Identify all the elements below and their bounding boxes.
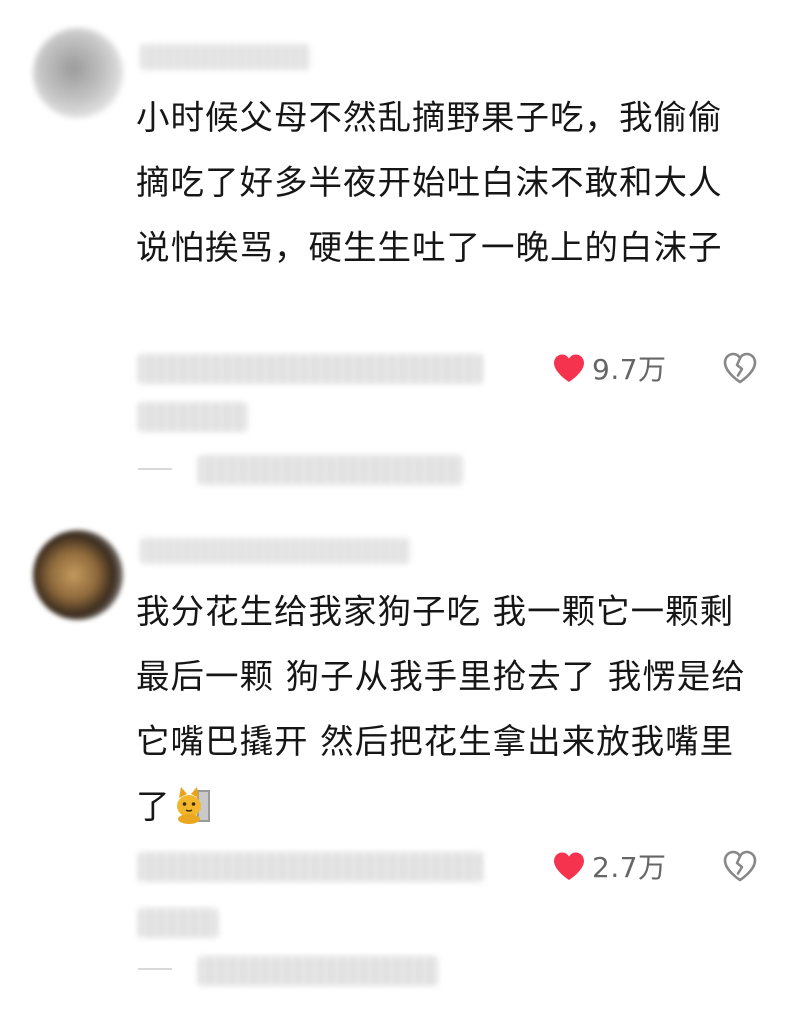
cat-face-icon [176, 787, 210, 824]
expand-replies-redacted[interactable] [198, 455, 463, 485]
like-button[interactable]: 2.7万 [552, 846, 667, 886]
comment-meta-redacted [138, 852, 483, 882]
avatar[interactable] [33, 530, 123, 620]
reply-divider [138, 468, 172, 470]
expand-replies-redacted[interactable] [198, 956, 438, 986]
avatar[interactable] [33, 28, 123, 118]
reply-divider [138, 968, 172, 970]
comment-item: 小时候父母不然乱摘野果子吃，我偷偷摘吃了好多半夜开始吐白沫不敢和大人说怕挨骂，硬… [0, 0, 801, 510]
comment-text-body: 我分花生给我家狗子吃 我一颗它一颗剩最后一颗 狗子从我手里抢去了 我愣是给它嘴巴… [136, 592, 746, 826]
like-button[interactable]: 9.7万 [552, 348, 667, 388]
broken-heart-icon[interactable] [722, 351, 758, 385]
comment-item: 我分花生给我家狗子吃 我一颗它一颗剩最后一颗 狗子从我手里抢去了 我愣是给它嘴巴… [0, 510, 801, 1024]
heart-icon [554, 852, 584, 880]
comment-text: 我分花生给我家狗子吃 我一颗它一颗剩最后一颗 狗子从我手里抢去了 我愣是给它嘴巴… [136, 579, 751, 839]
heart-icon [554, 354, 584, 382]
comment-meta-redacted [138, 354, 483, 384]
username-redacted[interactable] [140, 538, 410, 564]
like-count: 2.7万 [592, 851, 667, 884]
broken-heart-icon[interactable] [722, 849, 758, 883]
comment-meta-redacted [138, 402, 248, 432]
like-count: 9.7万 [592, 353, 667, 386]
username-redacted[interactable] [140, 44, 310, 70]
comment-meta-redacted [138, 908, 218, 938]
comment-text: 小时候父母不然乱摘野果子吃，我偷偷摘吃了好多半夜开始吐白沫不敢和大人说怕挨骂，硬… [136, 98, 723, 267]
